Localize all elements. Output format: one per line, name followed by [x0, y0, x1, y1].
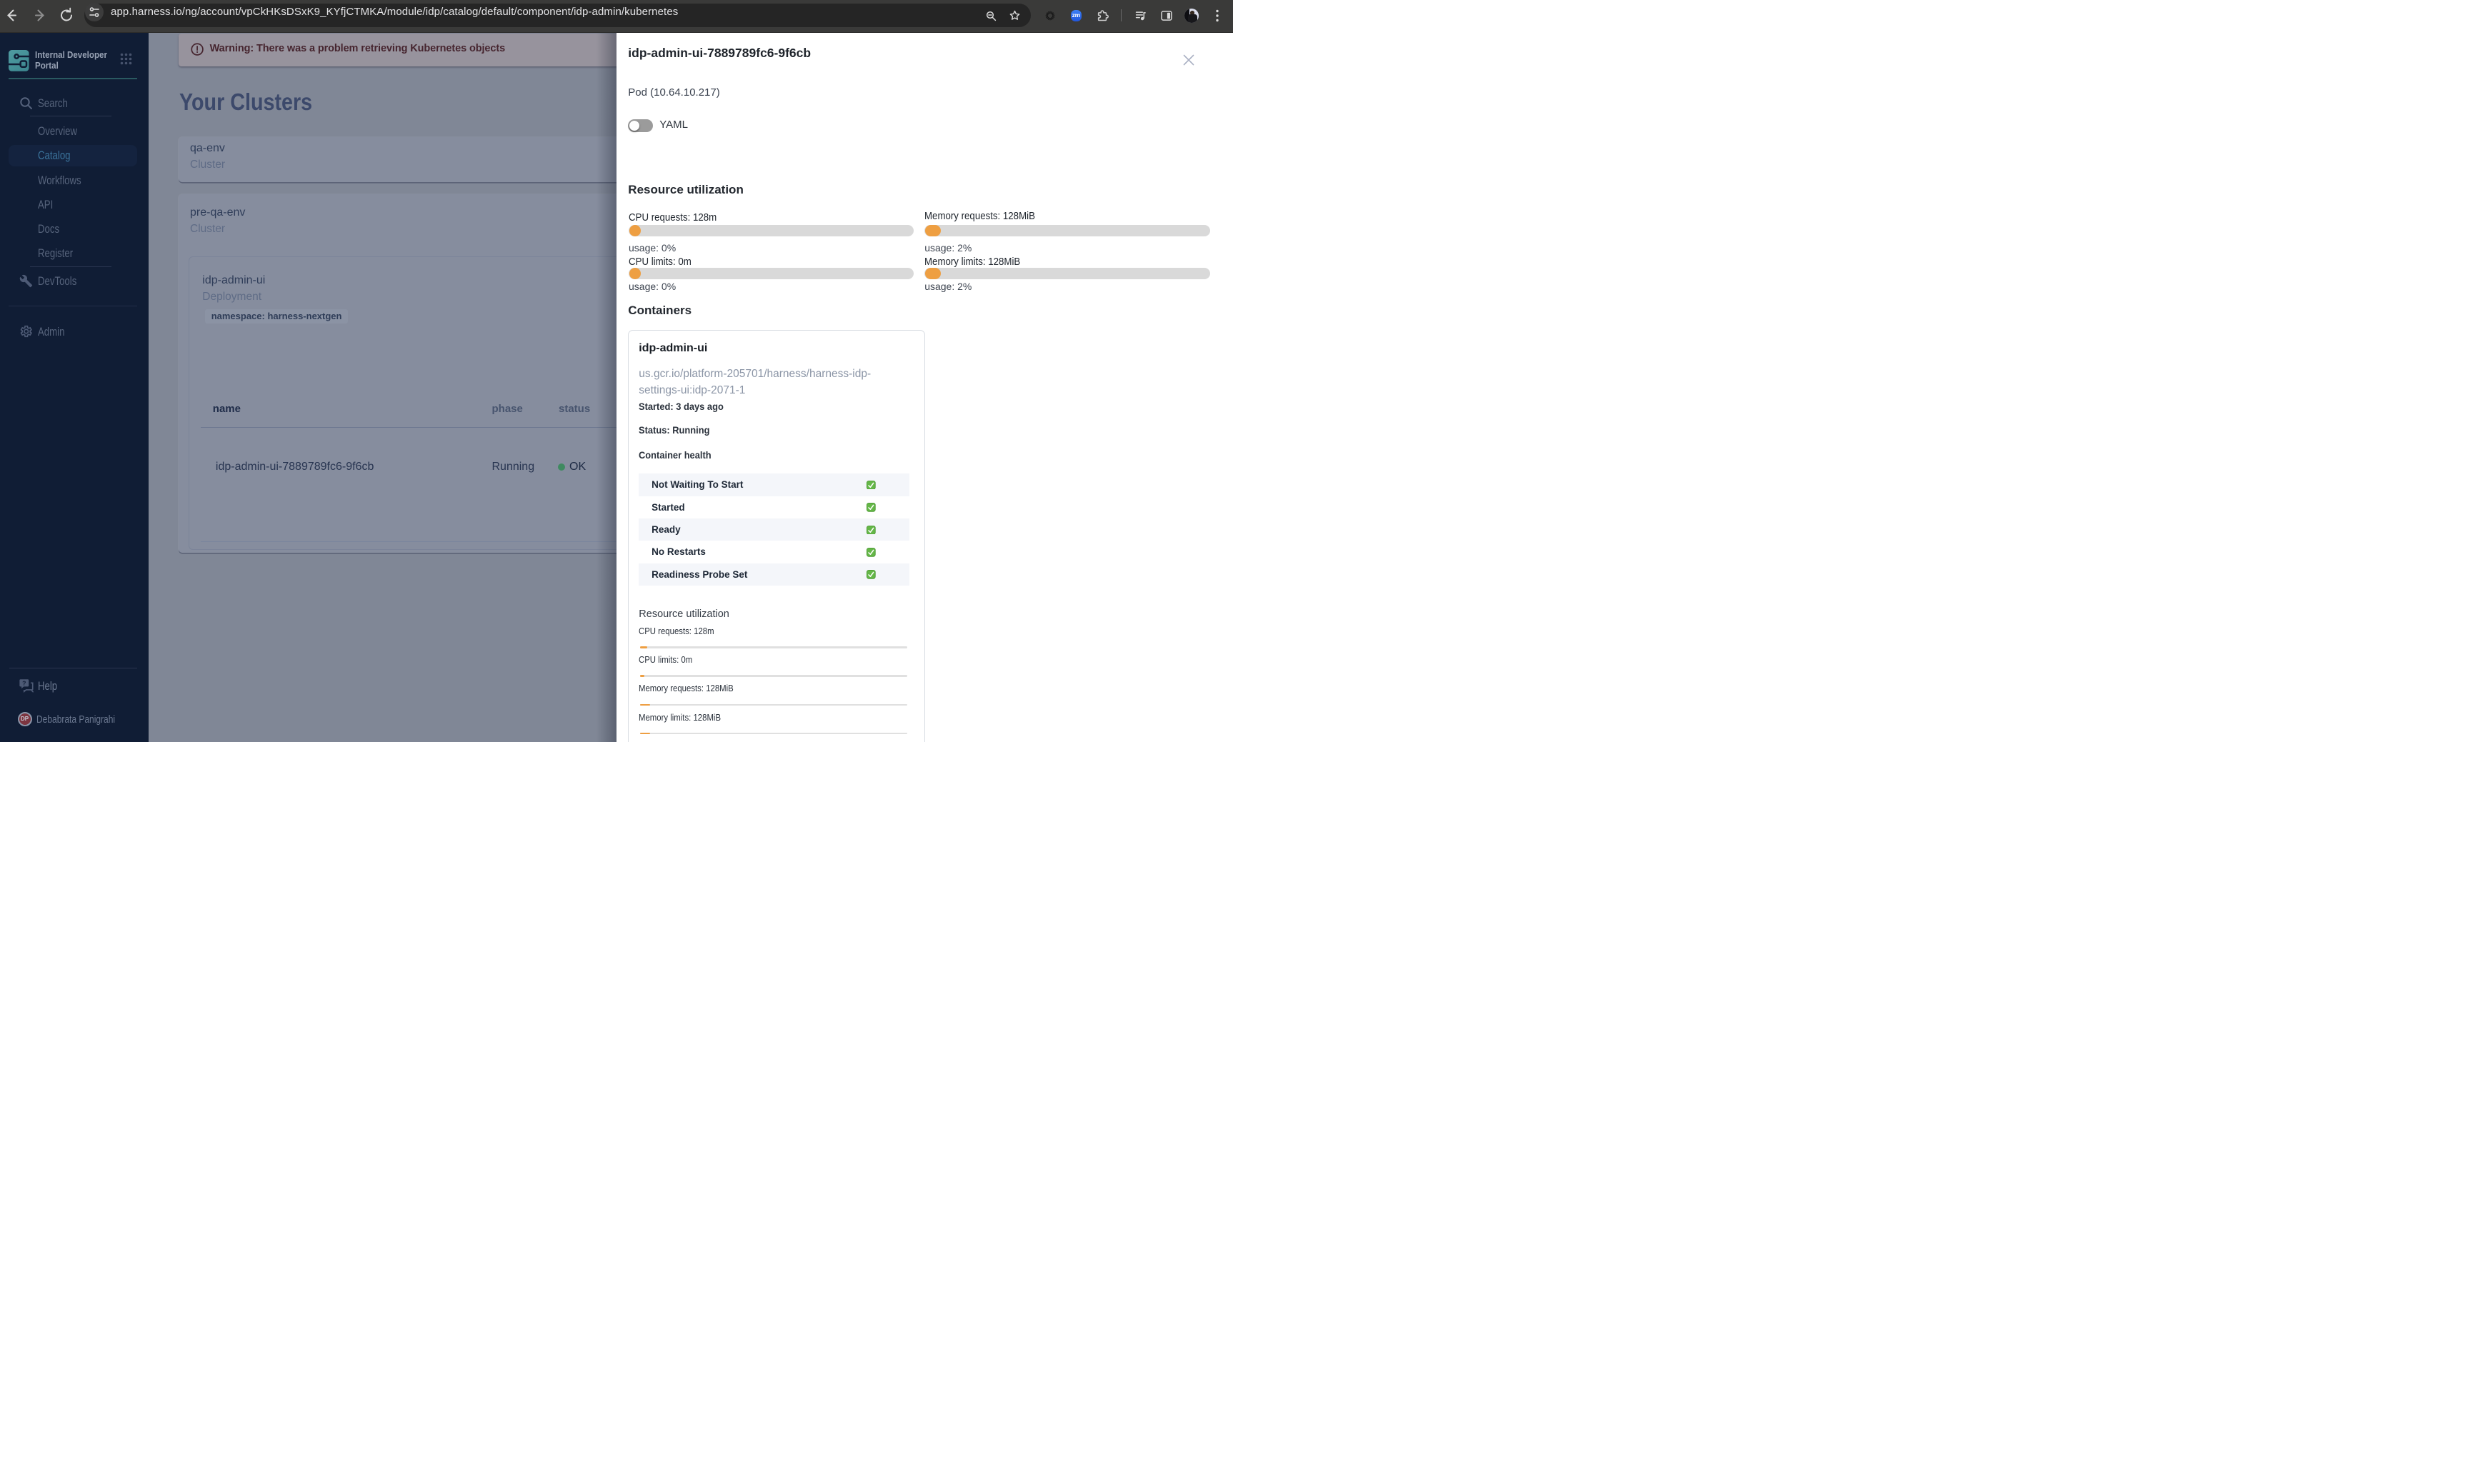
svg-text:?: ? [22, 680, 26, 687]
